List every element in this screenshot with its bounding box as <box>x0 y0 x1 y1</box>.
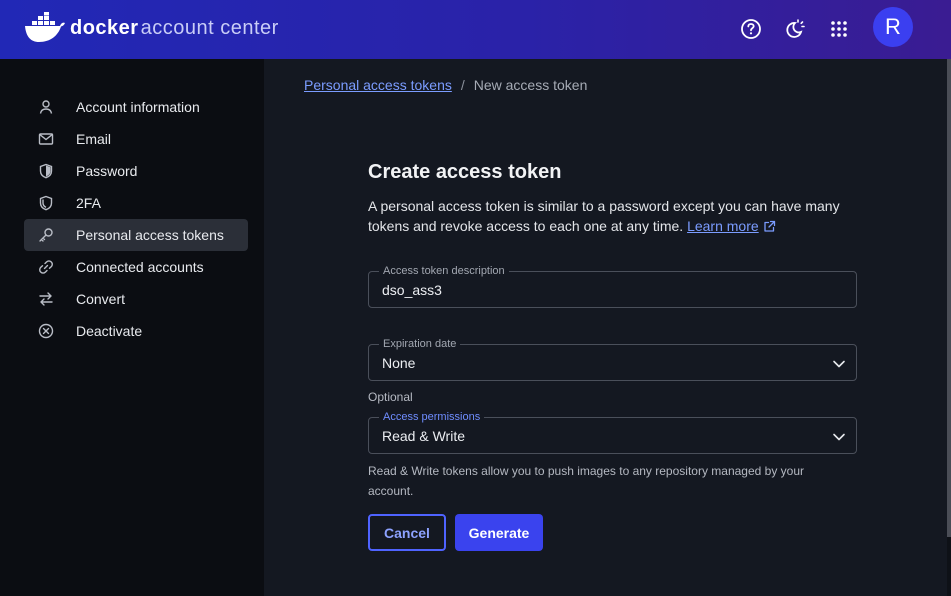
key-icon <box>39 228 53 242</box>
sidebar-item-label: 2FA <box>76 195 101 211</box>
form-description: A personal access token is similar to a … <box>368 196 848 236</box>
access-permissions-value[interactable]: Read & Write <box>382 428 465 444</box>
chevron-down-icon[interactable] <box>832 357 846 371</box>
swap-icon <box>39 292 53 306</box>
sidebar-item-deactivate[interactable]: Deactivate <box>24 315 248 347</box>
cancel-button[interactable]: Cancel <box>368 514 446 551</box>
cancel-circle-icon <box>38 323 54 339</box>
apps-grid-icon[interactable] <box>824 14 854 44</box>
sidebar-item-connected-accounts[interactable]: Connected accounts <box>24 251 248 283</box>
scrollbar[interactable] <box>947 59 951 537</box>
learn-more-link[interactable]: Learn more <box>687 218 759 234</box>
sidebar-item-convert[interactable]: Convert <box>24 283 248 315</box>
sidebar-item-label: Deactivate <box>76 323 143 339</box>
breadcrumb-parent-link[interactable]: Personal access tokens <box>304 77 452 93</box>
token-description-label: Access token description <box>379 264 509 278</box>
logo-text: docker account center <box>70 17 279 40</box>
link-icon <box>39 260 53 274</box>
chevron-down-icon[interactable] <box>832 430 846 444</box>
help-icon[interactable] <box>736 14 766 44</box>
docker-whale-icon <box>25 12 65 42</box>
shield-icon <box>39 163 53 179</box>
sidebar-item-password[interactable]: Password <box>24 155 248 187</box>
sidebar: Account information Email Password 2FA P… <box>0 59 264 596</box>
breadcrumb: Personal access tokens / New access toke… <box>304 77 587 93</box>
expiration-date-value[interactable]: None <box>382 355 415 371</box>
sidebar-item-label: Connected accounts <box>76 259 204 275</box>
sidebar-item-label: Personal access tokens <box>76 227 224 243</box>
sidebar-item-email[interactable]: Email <box>24 123 248 155</box>
main-content: Personal access tokens / New access toke… <box>264 59 947 596</box>
generate-button[interactable]: Generate <box>455 514 543 551</box>
mail-icon <box>38 133 54 145</box>
sidebar-item-label: Password <box>76 163 138 179</box>
permissions-helper-text: Read & Write tokens allow you to push im… <box>368 464 805 498</box>
user-icon <box>39 100 53 114</box>
sidebar-item-2fa[interactable]: 2FA <box>24 187 248 219</box>
access-permissions-label: Access permissions <box>379 410 485 424</box>
theme-toggle-icon[interactable] <box>779 14 809 44</box>
expiration-date-select[interactable]: Expiration date None <box>368 337 857 381</box>
sidebar-item-label: Convert <box>76 291 126 307</box>
external-link-icon[interactable] <box>763 220 776 233</box>
page-title: Create access token <box>368 161 562 183</box>
expiration-helper-text: Optional <box>368 390 413 404</box>
avatar[interactable]: R <box>873 7 913 47</box>
product-name: account center <box>140 16 279 39</box>
sidebar-item-label: Email <box>76 131 112 147</box>
sidebar-item-account-information[interactable]: Account information <box>24 91 248 123</box>
top-bar: docker account center R <box>0 0 951 59</box>
brand-name: docker <box>70 16 139 39</box>
token-description-field[interactable]: Access token description dso_ass3 <box>368 264 857 308</box>
token-description-input[interactable]: dso_ass3 <box>382 282 442 298</box>
sidebar-item-personal-access-tokens[interactable]: Personal access tokens <box>24 219 248 251</box>
breadcrumb-separator: / <box>460 77 465 93</box>
breadcrumb-current: New access token <box>473 77 588 93</box>
sidebar-item-label: Account information <box>76 99 200 115</box>
docker-logo[interactable]: docker account center <box>24 12 279 44</box>
shield-check-icon <box>39 195 53 211</box>
access-permissions-select[interactable]: Access permissions Read & Write <box>368 410 857 454</box>
expiration-date-label: Expiration date <box>379 337 461 351</box>
